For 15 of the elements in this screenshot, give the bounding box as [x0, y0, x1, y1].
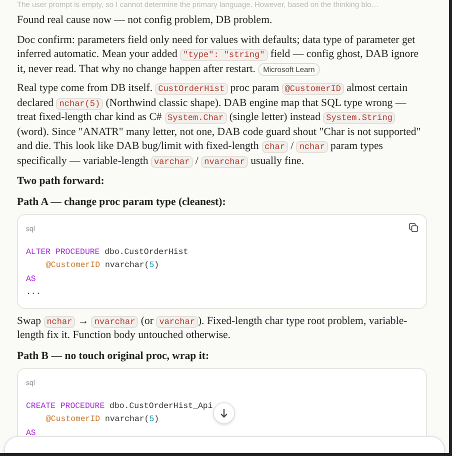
code-line: @CustomerID nvarchar(5) — [45, 260, 160, 272]
code-line: @CustomerID nvarchar(5) — [45, 414, 160, 426]
code-line: AS — [26, 274, 37, 286]
section-heading: Two path forward: — [17, 174, 106, 188]
copy-icon[interactable] — [409, 223, 418, 232]
section-heading: Path A — change proc param type (cleanest): — [17, 194, 227, 209]
code-line: ALTER PROCEDURE dbo.CustOrderHist — [26, 246, 190, 258]
section-heading: Path B — no touch original proc, wrap it: — [17, 348, 210, 363]
code-line: CREATE PROCEDURE dbo.CustOrderHist_Api — [26, 400, 214, 412]
paragraph: Found real cause now — not config problem, DB problem. — [17, 13, 274, 28]
code-line: ... — [26, 287, 42, 299]
arrow-down-icon — [219, 408, 229, 418]
code-line: AS — [26, 428, 37, 440]
paragraph: Swap nchar → nvarchar (or varchar ). Fixed-length char type root problem, variable-length fix it. Function body untouched otherwise. — [17, 314, 408, 342]
paragraph: Real type come from DB itself. CustOrderHist proc param @CustomerID almost certain declared nchar(5) (Northwind classic shape). DAB engine map that SQL type wrong — treat fixed-length char kind as C# System.Char (single letter) instead System.String (word). Since "ANATR" many letter, not one, DAB code guard shout "Char is not supported" and die. This look like DAB bug/limit with fixed-length char / nchar param types specifically — variable-length varchar / nvarchar usually fine. — [17, 81, 422, 168]
